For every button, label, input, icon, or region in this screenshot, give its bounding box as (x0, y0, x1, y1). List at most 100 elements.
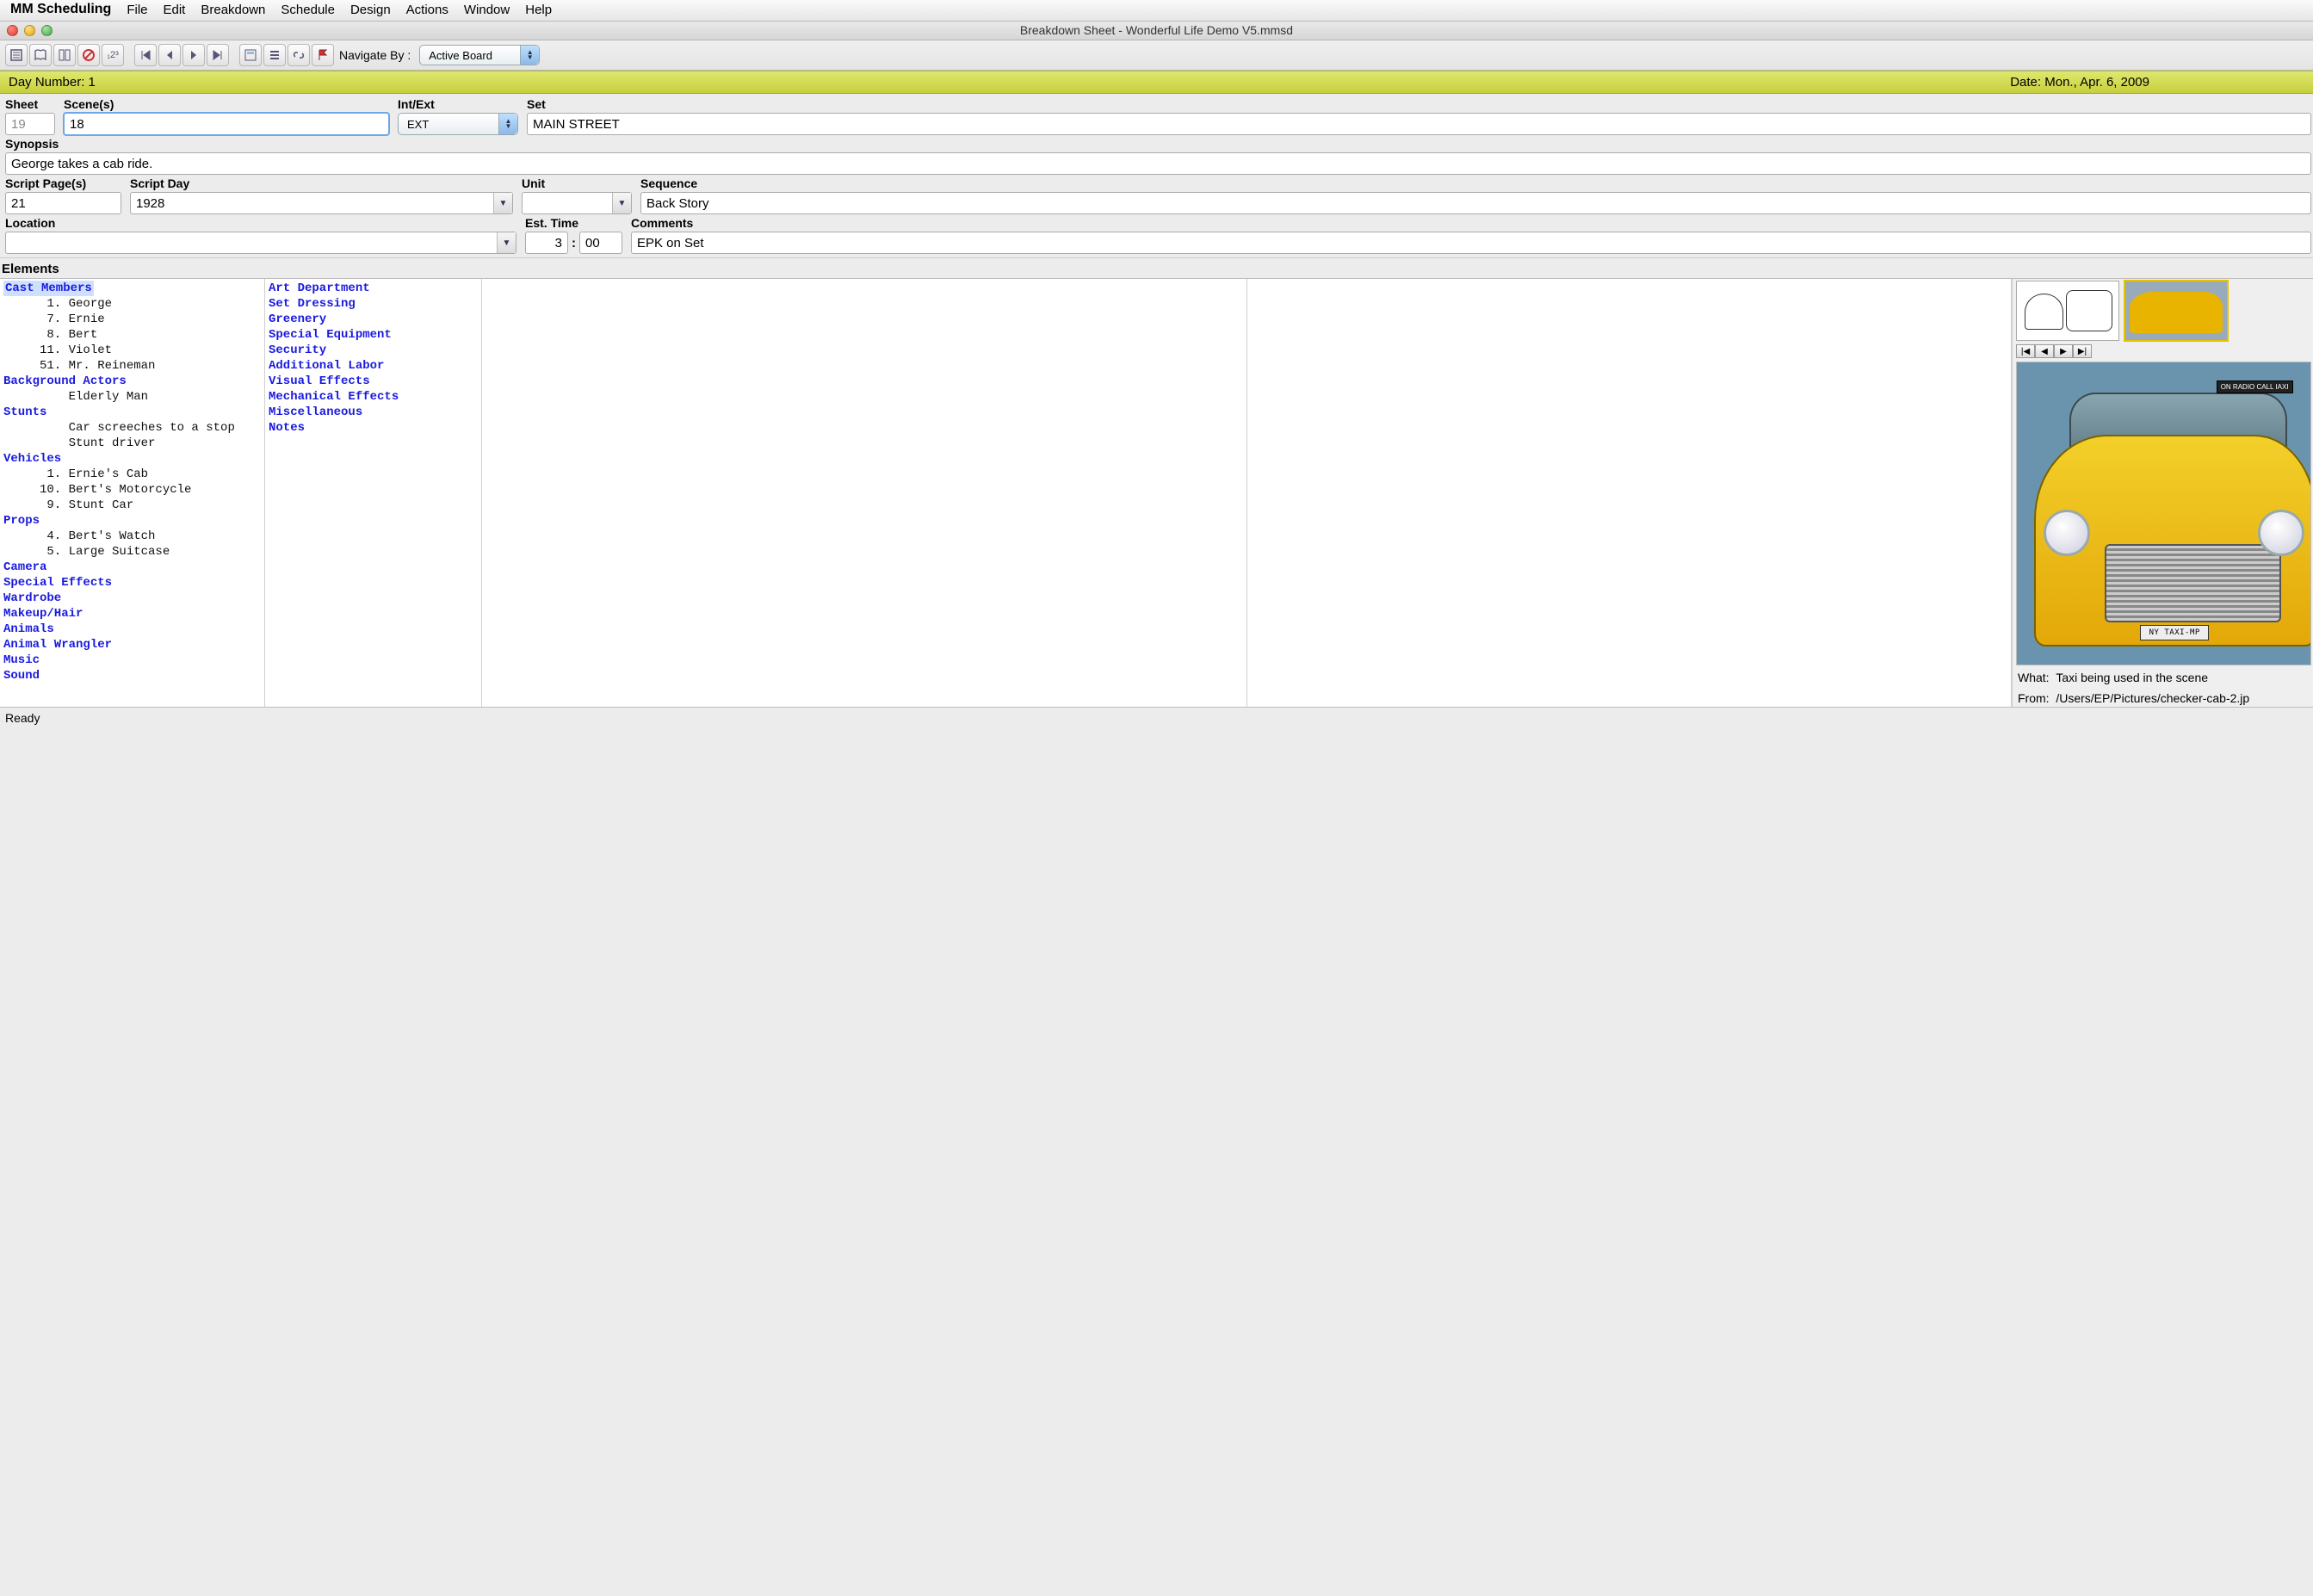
element-category[interactable]: Wardrobe (3, 591, 261, 606)
element-category[interactable]: Vehicles (3, 451, 261, 467)
element-item[interactable]: 8. Bert (3, 327, 261, 343)
element-item[interactable]: 1. Ernie's Cab (3, 467, 261, 482)
menu-schedule[interactable]: Schedule (281, 3, 335, 17)
element-category[interactable]: Miscellaneous (269, 405, 478, 420)
comments-input[interactable] (631, 232, 2311, 254)
window-title: Breakdown Sheet - Wonderful Life Demo V5… (93, 23, 2220, 37)
location-combo[interactable]: ▼ (5, 232, 516, 254)
script-day-combo[interactable]: ▼ (130, 192, 513, 214)
element-category[interactable]: Set Dressing (269, 296, 478, 312)
unit-label: Unit (522, 176, 632, 190)
menu-help[interactable]: Help (525, 3, 552, 17)
zoom-window-button[interactable] (41, 25, 53, 36)
unit-input[interactable] (528, 195, 626, 212)
media-preview[interactable]: NY TAXI-MP ON RADIO CALL IAXI (2016, 362, 2311, 665)
intext-select[interactable]: EXT ▲▼ (398, 113, 518, 135)
media-last-icon[interactable]: ▶| (2073, 344, 2092, 358)
next-record-icon[interactable] (182, 44, 205, 66)
elements-column-3[interactable] (482, 279, 1247, 707)
media-prev-icon[interactable]: ◀ (2035, 344, 2054, 358)
dropdown-arrow-icon[interactable]: ▼ (497, 232, 516, 253)
script-pages-input[interactable] (5, 192, 121, 214)
menu-design[interactable]: Design (350, 3, 391, 17)
intext-value: EXT (407, 118, 429, 131)
flag-icon[interactable] (312, 44, 334, 66)
scenes-label: Scene(s) (64, 97, 389, 111)
element-item[interactable]: 7. Ernie (3, 312, 261, 327)
synopsis-input[interactable] (5, 152, 2311, 175)
element-category[interactable]: Special Effects (3, 575, 261, 591)
menu-breakdown[interactable]: Breakdown (201, 3, 265, 17)
menu-window[interactable]: Window (464, 3, 510, 17)
list-view-icon[interactable] (263, 44, 286, 66)
close-window-button[interactable] (7, 25, 18, 36)
view-book-icon[interactable] (29, 44, 52, 66)
element-item[interactable]: 1. George (3, 296, 261, 312)
window-titlebar: Breakdown Sheet - Wonderful Life Demo V5… (0, 22, 2313, 40)
element-item[interactable]: 4. Bert's Watch (3, 529, 261, 544)
element-category[interactable]: Notes (269, 420, 478, 436)
element-item[interactable]: 11. Violet (3, 343, 261, 358)
form-view-icon[interactable] (239, 44, 262, 66)
location-input[interactable] (11, 234, 510, 251)
elements-column-1[interactable]: Cast Members 1. George 7. Ernie 8. Bert … (0, 279, 265, 707)
element-category[interactable]: Sound (3, 668, 261, 684)
element-category[interactable]: Music (3, 653, 261, 668)
first-record-icon[interactable] (134, 44, 157, 66)
dropdown-arrow-icon[interactable]: ▼ (612, 193, 631, 213)
element-item[interactable]: 10. Bert's Motorcycle (3, 482, 261, 498)
element-category[interactable]: Special Equipment (269, 327, 478, 343)
element-item[interactable]: 5. Large Suitcase (3, 544, 261, 560)
element-item[interactable]: Elderly Man (3, 389, 261, 405)
media-next-icon[interactable]: ▶ (2054, 344, 2073, 358)
media-from-value: /Users/EP/Pictures/checker-cab-2.jp (2056, 691, 2249, 705)
element-category[interactable]: Visual Effects (269, 374, 478, 389)
set-input[interactable] (527, 113, 2311, 135)
media-thumb-1[interactable] (2016, 281, 2119, 341)
element-category[interactable]: Background Actors (3, 374, 261, 389)
menu-actions[interactable]: Actions (406, 3, 448, 17)
renumber-icon[interactable]: ₁2³ (102, 44, 124, 66)
element-category[interactable]: Greenery (269, 312, 478, 327)
navigate-by-value: Active Board (429, 49, 492, 62)
view-sheet-icon[interactable] (5, 44, 28, 66)
est-time-hours-input[interactable] (525, 232, 568, 254)
element-category[interactable]: Art Department (269, 281, 478, 296)
elements-column-2[interactable]: Art DepartmentSet DressingGreenerySpecia… (265, 279, 482, 707)
last-record-icon[interactable] (207, 44, 229, 66)
element-category[interactable]: Additional Labor (269, 358, 478, 374)
element-category[interactable]: Props (3, 513, 261, 529)
elements-column-4[interactable] (1247, 279, 2013, 707)
minimize-window-button[interactable] (24, 25, 35, 36)
media-first-icon[interactable]: |◀ (2016, 344, 2035, 358)
element-item[interactable]: Stunt driver (3, 436, 261, 451)
prev-record-icon[interactable] (158, 44, 181, 66)
script-day-input[interactable] (136, 195, 507, 212)
sheet-input[interactable] (5, 113, 55, 135)
element-category[interactable]: Animal Wrangler (3, 637, 261, 653)
element-category[interactable]: Mechanical Effects (269, 389, 478, 405)
menu-edit[interactable]: Edit (164, 3, 186, 17)
sequence-input[interactable] (640, 192, 2311, 214)
est-time-mins-input[interactable] (579, 232, 622, 254)
unit-combo[interactable]: ▼ (522, 192, 632, 214)
element-category[interactable]: Camera (3, 560, 261, 575)
menu-file[interactable]: File (127, 3, 147, 17)
element-item[interactable]: 9. Stunt Car (3, 498, 261, 513)
element-item[interactable]: Car screeches to a stop (3, 420, 261, 436)
media-thumb-2[interactable] (2124, 281, 2228, 341)
element-category[interactable]: Stunts (3, 405, 261, 420)
dropdown-arrow-icon[interactable]: ▼ (493, 193, 512, 213)
element-item[interactable]: 51. Mr. Reineman (3, 358, 261, 374)
element-category[interactable]: Security (269, 343, 478, 358)
element-category[interactable]: Cast Members (3, 281, 94, 296)
view-split-icon[interactable] (53, 44, 76, 66)
media-from-label: From: (2018, 691, 2050, 705)
link-icon[interactable] (288, 44, 310, 66)
scenes-input[interactable] (64, 113, 389, 135)
no-entry-icon[interactable] (77, 44, 100, 66)
element-category[interactable]: Makeup/Hair (3, 606, 261, 622)
media-what-label: What: (2018, 671, 2050, 684)
navigate-by-select[interactable]: Active Board ▲▼ (419, 45, 540, 65)
element-category[interactable]: Animals (3, 622, 261, 637)
